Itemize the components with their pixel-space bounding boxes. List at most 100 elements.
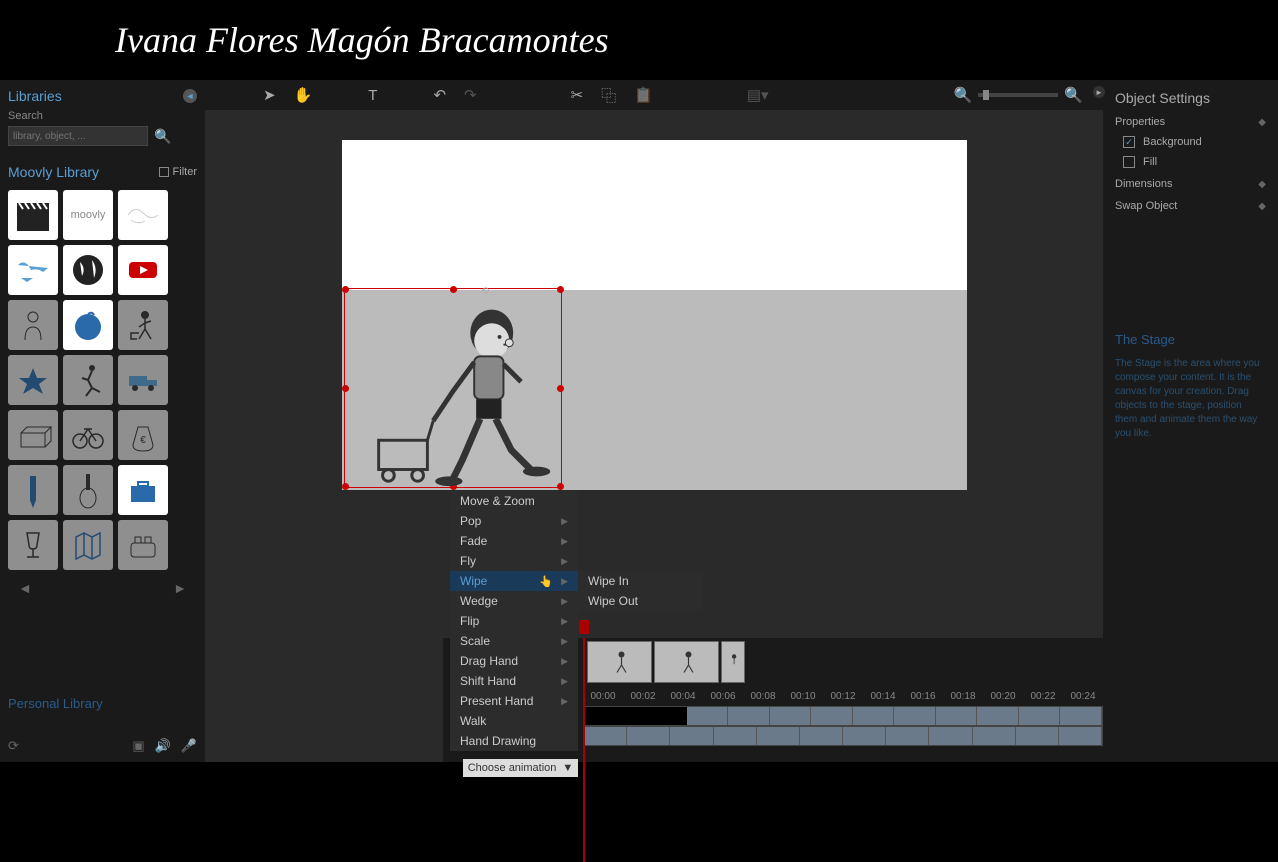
submenu-arrow-icon: ▶ [561,696,568,707]
filter-toggle[interactable]: Filter [159,166,197,178]
thumb-pen[interactable] [8,465,58,515]
submenu-arrow-icon: ▶ [561,596,568,607]
menu-hand-drawing[interactable]: Hand Drawing [450,731,578,751]
fill-checkbox[interactable] [1123,156,1135,168]
menu-fly[interactable]: Fly▶ [450,551,578,571]
text-tool-icon[interactable]: T [368,87,377,104]
resize-handle-ml[interactable] [342,385,349,392]
thumb-guitar[interactable] [63,465,113,515]
menu-wipe[interactable]: Wipe👆▶ [450,571,578,591]
resize-handle-tm[interactable] [450,286,457,293]
menu-wedge[interactable]: Wedge▶ [450,591,578,611]
thumb-wine[interactable] [8,520,58,570]
dropdown-arrow-icon: ▼ [562,762,573,774]
camera-icon[interactable]: ▣ [132,738,144,754]
thumb-briefcase[interactable] [118,465,168,515]
personal-library-label[interactable]: Personal Library [8,696,197,711]
ruler-tick: 00:16 [903,691,943,702]
submenu-arrow-icon: ▶ [561,536,568,547]
thumb-person-outline[interactable] [8,300,58,350]
paste-icon[interactable]: 📋 [634,86,653,104]
filter-checkbox[interactable] [159,167,169,177]
thumb-box[interactable] [8,410,58,460]
thumb-moovly-logo[interactable]: moovly [63,190,113,240]
menu-move-zoom[interactable]: Move & Zoom [450,491,578,511]
selection-box[interactable]: ⟲ [344,288,562,488]
thumb-toaster[interactable] [118,520,168,570]
pager-prev-icon[interactable]: ◄ [18,580,32,596]
expand-icon[interactable]: ◆ [1258,179,1266,190]
timeline-tracks [583,706,1103,746]
svg-text:€: € [140,435,146,446]
pointer-tool-icon[interactable]: ➤ [263,86,276,104]
background-checkbox[interactable]: ✓ [1123,136,1135,148]
timeline-thumbnails [587,641,1103,683]
thumb-youtube[interactable] [118,245,168,295]
resize-handle-bl[interactable] [342,483,349,490]
copy-icon[interactable]: ⿻ [601,85,616,106]
stage-canvas[interactable]: ⟲ [342,140,967,490]
expand-icon[interactable]: ◆ [1258,201,1266,212]
thumb-bicycle[interactable] [63,410,113,460]
mic-icon[interactable]: 🎤 [181,738,197,754]
dimensions-section[interactable]: Dimensions◆ [1115,178,1266,190]
submenu-wipe-out[interactable]: Wipe Out [578,591,703,611]
thumb-truck[interactable] [118,355,168,405]
collapse-sidebar-icon[interactable]: ◄ [183,89,197,103]
playhead-head[interactable] [579,620,589,634]
undo-icon[interactable]: ↶ [433,86,446,104]
cursor-icon: 👆 [539,575,553,588]
menu-present-hand[interactable]: Present Hand▶ [450,691,578,711]
menu-flip[interactable]: Flip▶ [450,611,578,631]
sound-icon[interactable]: 🔊 [155,738,171,754]
resize-handle-tl[interactable] [342,286,349,293]
fill-row[interactable]: Fill [1115,156,1266,168]
boy-walking-object[interactable] [365,294,560,489]
zoom-slider[interactable] [978,93,1058,97]
zoom-handle[interactable] [983,90,989,100]
thumb-star-person[interactable] [8,355,58,405]
expand-panel-icon[interactable]: ► [1093,86,1105,98]
pager-next-icon[interactable]: ► [173,580,187,596]
thumb-world-map[interactable] [8,245,58,295]
properties-section[interactable]: Properties◆ [1115,116,1266,128]
track-row[interactable] [583,726,1103,746]
zoom-in-icon[interactable]: 🔍 [1064,86,1083,104]
search-input[interactable] [8,126,148,146]
main-layout: Libraries ◄ Search 🔍 Moovly Library Filt… [0,80,1278,762]
thumb-world-outline[interactable] [118,190,168,240]
menu-walk[interactable]: Walk [450,711,578,731]
timeline-thumb[interactable] [721,641,745,683]
help-title: The Stage [1115,332,1266,347]
background-row[interactable]: ✓Background [1115,136,1266,148]
redo-icon[interactable]: ↷ [464,86,477,104]
menu-drag-hand[interactable]: Drag Hand▶ [450,651,578,671]
thumb-clapperboard[interactable] [8,190,58,240]
thumb-runner[interactable] [63,355,113,405]
zoom-out-icon[interactable]: 🔍 [954,86,973,104]
ruler-tick: 00:14 [863,691,903,702]
playhead[interactable] [583,638,585,862]
track-row[interactable] [583,706,1103,726]
timeline-thumb[interactable] [587,641,652,683]
resize-handle-tr[interactable] [557,286,564,293]
search-icon[interactable]: 🔍 [154,128,171,145]
thumb-boy-walking[interactable] [118,300,168,350]
expand-icon[interactable]: ◆ [1258,117,1266,128]
thumb-map[interactable] [63,520,113,570]
menu-fade[interactable]: Fade▶ [450,531,578,551]
menu-pop[interactable]: Pop▶ [450,511,578,531]
refresh-icon[interactable]: ⟳ [8,738,19,754]
thumb-apple[interactable] [63,300,113,350]
align-icon[interactable]: ▤▾ [747,86,769,104]
hand-tool-icon[interactable]: ✋ [294,86,313,104]
swap-object-section[interactable]: Swap Object◆ [1115,200,1266,212]
thumb-money-bag[interactable]: € [118,410,168,460]
timeline-thumb[interactable] [654,641,719,683]
cut-icon[interactable]: ✂ [571,86,584,104]
timeline-clip[interactable] [584,707,687,725]
menu-scale[interactable]: Scale▶ [450,631,578,651]
menu-shift-hand[interactable]: Shift Hand▶ [450,671,578,691]
thumb-globe[interactable] [63,245,113,295]
submenu-wipe-in[interactable]: Wipe In [578,571,703,591]
